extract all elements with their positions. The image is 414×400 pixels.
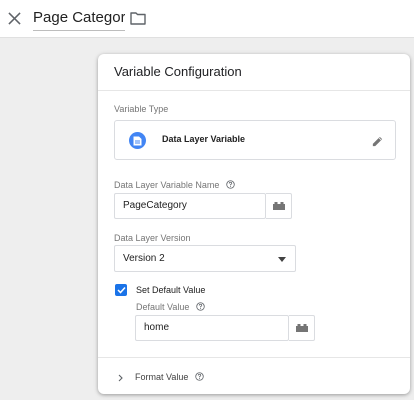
chevron-right-icon xyxy=(118,374,123,382)
edit-variable-type-button[interactable] xyxy=(369,133,385,149)
caret-down-icon xyxy=(278,257,286,262)
close-button[interactable] xyxy=(4,8,24,28)
default-value-input[interactable]: home xyxy=(135,315,289,341)
variable-type-name: Data Layer Variable xyxy=(162,134,246,144)
document-icon xyxy=(133,136,142,145)
set-default-value-label[interactable]: Set Default Value xyxy=(136,285,205,295)
set-default-value-checkbox[interactable] xyxy=(115,284,127,296)
version-selected-value: Version 2 xyxy=(123,253,165,264)
variable-name-label: Data Layer Variable Name xyxy=(114,180,235,190)
version-label: Data Layer Version xyxy=(114,233,191,243)
default-value-picker-button[interactable] xyxy=(289,315,315,341)
pencil-icon xyxy=(372,136,382,146)
tag-name-field[interactable]: Page Category xyxy=(33,7,125,31)
format-value-expander[interactable]: Format Value xyxy=(98,358,410,394)
header-bar: Page Category xyxy=(0,0,414,38)
help-circle-icon[interactable] xyxy=(195,372,204,381)
default-value-label: Default Value xyxy=(136,302,205,312)
variable-name-picker-button[interactable] xyxy=(266,193,292,219)
variable-configuration-card: Variable Configuration Variable Type Dat… xyxy=(98,54,410,394)
check-icon xyxy=(116,286,126,294)
variable-name-input[interactable]: PageCategory xyxy=(114,193,266,219)
card-title: Variable Configuration xyxy=(114,64,242,79)
variable-type-label: Variable Type xyxy=(114,104,169,114)
variable-type-selector[interactable]: Data Layer Variable xyxy=(114,120,396,160)
help-circle-icon[interactable] xyxy=(196,302,205,311)
close-icon xyxy=(7,11,21,25)
folder-icon xyxy=(130,12,146,25)
brick-icon xyxy=(272,202,285,210)
folder-button[interactable] xyxy=(128,9,148,27)
help-circle-icon[interactable] xyxy=(226,180,235,189)
variable-type-badge xyxy=(129,132,146,149)
version-select[interactable]: Version 2 xyxy=(114,245,296,272)
title-divider xyxy=(98,90,410,91)
brick-icon xyxy=(295,324,308,332)
format-value-label: Format Value xyxy=(135,372,204,382)
